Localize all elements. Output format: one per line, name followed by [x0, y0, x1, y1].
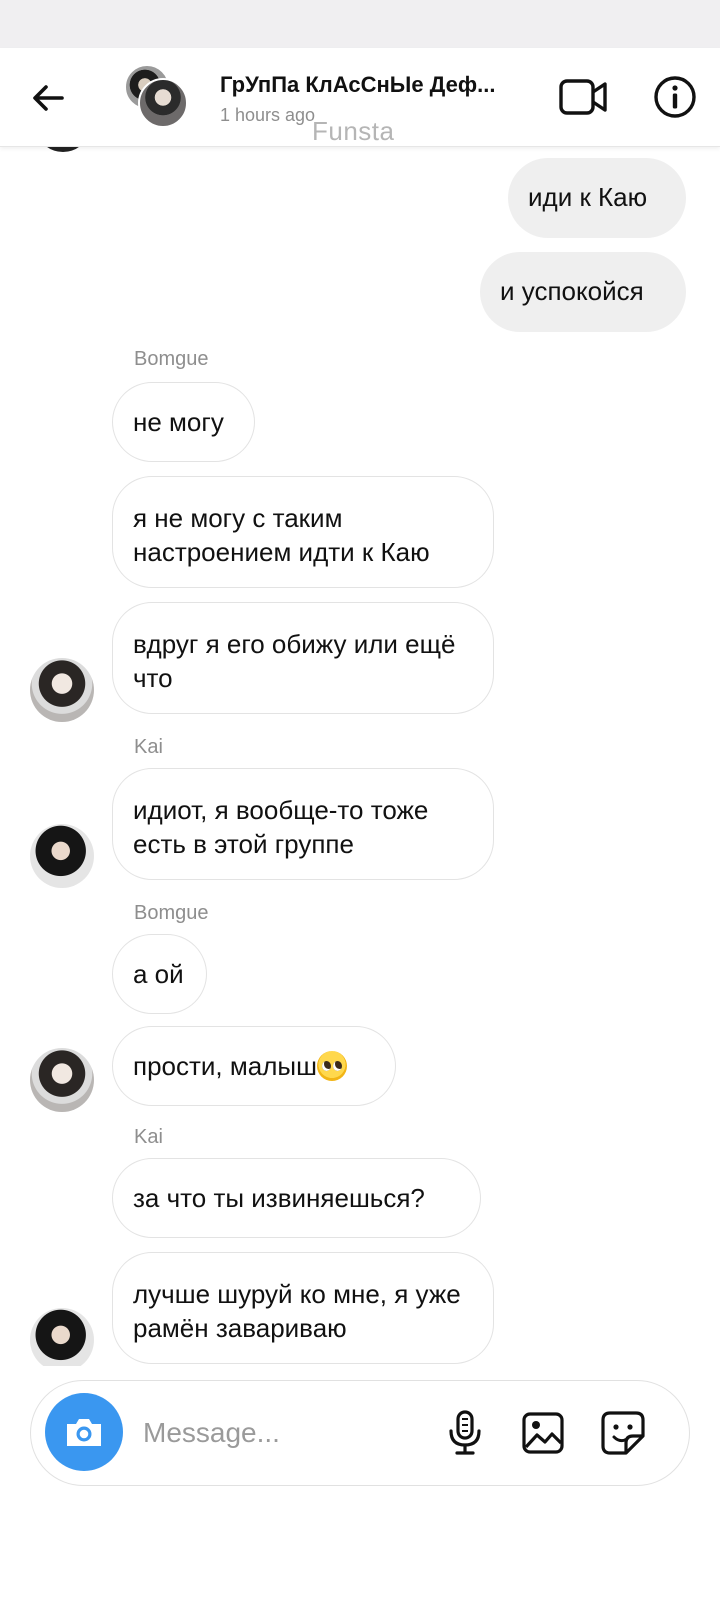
chat-header: ГрУпПа КлАсСнЫе Деф... 1 hours ago Funst…	[0, 48, 720, 147]
message-list[interactable]: иди к Каю и успокойся Bomgue не могу я н…	[0, 146, 720, 1366]
sender-name: Kai	[134, 736, 163, 758]
camera-button[interactable]	[45, 1393, 123, 1471]
video-camera-icon	[559, 79, 607, 115]
incoming-message[interactable]: прости, малыш	[112, 1026, 396, 1106]
info-button[interactable]	[650, 72, 700, 122]
outgoing-message[interactable]: иди к Каю	[508, 158, 686, 238]
pleading-face-emoji	[316, 1051, 347, 1081]
incoming-message[interactable]: за что ты извиняешься?	[112, 1158, 481, 1238]
kai-avatar[interactable]	[30, 824, 94, 888]
arrow-left-icon	[33, 85, 64, 111]
group-member-avatar	[138, 78, 188, 128]
gallery-button[interactable]	[517, 1407, 569, 1459]
message-text: прости, малыш	[133, 1051, 317, 1081]
video-call-button[interactable]	[556, 72, 612, 122]
incoming-message[interactable]: вдруг я его обижу или ещё что	[112, 602, 494, 714]
group-avatar[interactable]	[124, 64, 190, 130]
incoming-message[interactable]: лучше шуруй ко мне, я уже рамён заварива…	[112, 1252, 494, 1364]
image-icon	[522, 1412, 564, 1454]
watermark: Funsta	[312, 116, 395, 146]
incoming-message[interactable]: не могу	[112, 382, 255, 462]
incoming-message[interactable]: идиот, я вообще-то тоже есть в этой груп…	[112, 768, 494, 880]
last-active-status: 1 hours ago	[220, 105, 316, 125]
message-input[interactable]	[141, 1407, 425, 1459]
voice-message-button[interactable]	[439, 1407, 491, 1459]
info-icon	[654, 76, 696, 118]
incoming-message[interactable]: я не могу с таким настроением идти к Каю	[112, 476, 494, 588]
sender-name: Bomgue	[134, 902, 209, 924]
microphone-icon	[449, 1410, 481, 1455]
sticker-button[interactable]	[597, 1407, 649, 1459]
bomgue-avatar[interactable]	[30, 658, 94, 722]
status-bar	[0, 0, 720, 48]
sender-name: Kai	[134, 1126, 163, 1148]
sticker-icon	[601, 1411, 645, 1455]
outgoing-message[interactable]: и успокойся	[480, 252, 686, 332]
bomgue-avatar[interactable]	[30, 1048, 94, 1112]
camera-icon	[67, 1419, 101, 1446]
back-button[interactable]	[24, 74, 72, 122]
chat-title[interactable]: ГрУпПа КлАсСнЫе Деф...	[220, 72, 530, 98]
message-composer	[30, 1380, 690, 1486]
incoming-message[interactable]: а ой	[112, 934, 207, 1014]
sender-name: Bomgue	[134, 348, 209, 370]
kai-avatar[interactable]	[30, 1308, 94, 1366]
